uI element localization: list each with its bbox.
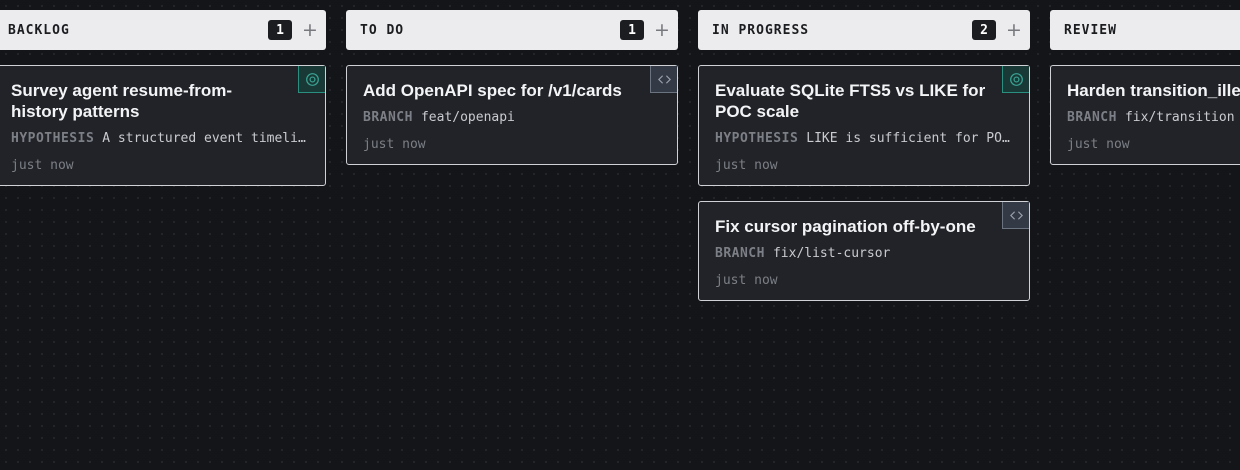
column-header: REVIEW bbox=[1050, 10, 1240, 50]
kanban-board: BACKLOG 1 + Survey agent resume-from-his… bbox=[0, 0, 1240, 470]
add-card-button[interactable]: + bbox=[1006, 20, 1022, 40]
card-meta: BRANCH fix/transition bbox=[1067, 110, 1240, 125]
card-title: Fix cursor pagination off-by-one bbox=[715, 217, 976, 236]
meta-key: BRANCH bbox=[1067, 110, 1117, 125]
code-icon bbox=[1002, 202, 1029, 229]
column-title: BACKLOG bbox=[8, 22, 70, 38]
code-icon bbox=[650, 66, 677, 93]
card-timestamp: just now bbox=[11, 158, 74, 173]
column-title: IN PROGRESS bbox=[712, 22, 810, 38]
card-count-badge: 1 bbox=[268, 20, 292, 40]
card-timestamp: just now bbox=[1067, 137, 1130, 152]
column-title: TO DO bbox=[360, 22, 405, 38]
column-backlog: BACKLOG 1 + Survey agent resume-from-his… bbox=[0, 10, 326, 201]
meta-value: A structured event timeline bbox=[102, 131, 309, 146]
card-timestamp: just now bbox=[715, 273, 778, 288]
target-icon bbox=[298, 66, 325, 93]
card-title: Harden transition_illegal bbox=[1067, 81, 1240, 100]
meta-value: fix/transition bbox=[1124, 110, 1235, 125]
column-review: REVIEW Harden transition_illegal BRANCH f… bbox=[1050, 10, 1240, 180]
card-meta: BRANCH fix/list-cursor bbox=[715, 246, 1013, 261]
column-in-progress: IN PROGRESS 2 + Evaluate SQLite FTS5 vs … bbox=[698, 10, 1030, 316]
card[interactable]: Add OpenAPI spec for /v1/cards BRANCH fea… bbox=[346, 65, 678, 165]
card-title: Evaluate SQLite FTS5 vs LIKE for POC sca… bbox=[715, 81, 986, 121]
card[interactable]: Evaluate SQLite FTS5 vs LIKE for POC sca… bbox=[698, 65, 1030, 186]
card-timestamp: just now bbox=[363, 137, 426, 152]
target-icon bbox=[1002, 66, 1029, 93]
card-meta: BRANCH feat/openapi bbox=[363, 110, 661, 125]
column-header: BACKLOG 1 + bbox=[0, 10, 326, 50]
card[interactable]: Harden transition_illegal BRANCH fix/tran… bbox=[1050, 65, 1240, 165]
column-header: IN PROGRESS 2 + bbox=[698, 10, 1030, 50]
meta-key: HYPOTHESIS bbox=[715, 131, 799, 146]
card-title: Add OpenAPI spec for /v1/cards bbox=[363, 81, 622, 100]
meta-value: fix/list-cursor bbox=[772, 246, 891, 261]
column-header: TO DO 1 + bbox=[346, 10, 678, 50]
card-title: Survey agent resume-from-history pattern… bbox=[11, 81, 233, 121]
meta-value: LIKE is sufficient for POC scale bbox=[806, 131, 1013, 146]
card[interactable]: Fix cursor pagination off-by-one BRANCH f… bbox=[698, 201, 1030, 301]
column-todo: TO DO 1 + Add OpenAPI spec for /v1/cards… bbox=[346, 10, 678, 180]
meta-key: BRANCH bbox=[715, 246, 765, 261]
meta-key: HYPOTHESIS bbox=[11, 131, 95, 146]
column-title: REVIEW bbox=[1064, 22, 1117, 38]
meta-value: feat/openapi bbox=[420, 110, 515, 125]
card-count-badge: 1 bbox=[620, 20, 644, 40]
card-meta: HYPOTHESIS LIKE is sufficient for POC sca… bbox=[715, 131, 1013, 146]
card-count-badge: 2 bbox=[972, 20, 996, 40]
meta-key: BRANCH bbox=[363, 110, 413, 125]
card-meta: HYPOTHESIS A structured event timeline bbox=[11, 131, 309, 146]
add-card-button[interactable]: + bbox=[302, 20, 318, 40]
add-card-button[interactable]: + bbox=[654, 20, 670, 40]
card[interactable]: Survey agent resume-from-history pattern… bbox=[0, 65, 326, 186]
card-timestamp: just now bbox=[715, 158, 778, 173]
